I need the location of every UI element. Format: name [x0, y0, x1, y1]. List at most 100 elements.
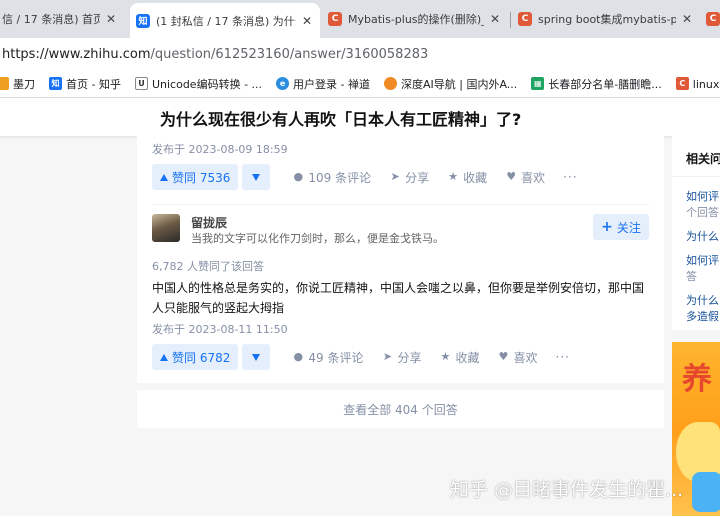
bookmark-item[interactable]: C linux离线安装pos: [675, 76, 720, 92]
upvote-count-info: 6,782 人赞同了该回答: [152, 260, 264, 273]
url-text[interactable]: https://www.zhihu.com/question/612523160…: [2, 47, 428, 62]
upvote-label: 赞同 7536: [172, 170, 231, 185]
triangle-down-icon: [252, 353, 261, 361]
related-questions-panel: 相关问 如何评 个回答 为什么 如何评 答 为什么 多造假: [672, 136, 720, 330]
tab-title: spring boot集成mybatis-plus: [538, 13, 676, 26]
triangle-up-icon: [160, 353, 168, 361]
ad-headline: 养: [682, 362, 712, 397]
upvote-button[interactable]: 赞同 7536: [152, 164, 239, 190]
avatar[interactable]: [152, 214, 180, 242]
bookmark-item[interactable]: 知 首页 - 知乎: [49, 76, 121, 92]
comments-label: 109 条评论: [308, 170, 372, 185]
favorite-button[interactable]: ★ 收藏: [447, 169, 487, 186]
unicode-icon: U: [134, 77, 148, 90]
tab-title: (1 封私信 / 17 条消息) 为什么现: [156, 14, 296, 28]
globe-icon: e: [276, 77, 290, 90]
favorite-button[interactable]: ★ 收藏: [439, 349, 480, 366]
tab-spring-boot[interactable]: C spring boot集成mybatis-plus ✕: [512, 4, 700, 34]
tab-zhihu-question[interactable]: 知 (1 封私信 / 17 条消息) 为什么现 ✕: [130, 3, 320, 38]
question-title[interactable]: 为什么现在很少有人再吹「日本人有工匠精神」了?: [160, 106, 521, 130]
related-question-link[interactable]: 如何评: [686, 188, 719, 204]
tab-partial[interactable]: C: [700, 4, 720, 34]
related-question-link[interactable]: 如何评: [686, 252, 719, 268]
star-icon: ★: [448, 170, 459, 183]
more-button[interactable]: ···: [563, 170, 577, 184]
close-icon[interactable]: ✕: [104, 12, 118, 26]
favorite-label: 收藏: [463, 170, 488, 185]
upvote-label: 赞同 6782: [172, 350, 231, 365]
answers-card: 发布于 2023-08-09 18:59 赞同 7536 ● 109 条评论 ➤…: [137, 136, 664, 383]
view-all-answers-card[interactable]: 查看全部 404 个回答: [137, 390, 664, 428]
like-button[interactable]: ♥ 喜欢: [505, 169, 545, 186]
star-icon: ★: [440, 350, 451, 363]
share-icon: ➤: [390, 170, 400, 183]
heart-icon: ♥: [506, 170, 517, 183]
bookmark-label: linux离线安装pos: [692, 77, 720, 91]
more-button[interactable]: ···: [556, 350, 570, 364]
close-icon[interactable]: ✕: [488, 12, 502, 26]
like-label: 喜欢: [521, 170, 546, 185]
author-bio: 当我的文字可以化作刀剑时，那么，便是金戈铁马。: [191, 232, 444, 245]
bookmark-label: 长春部分名单-膳删瞻...: [548, 77, 662, 91]
triangle-down-icon: [252, 173, 261, 181]
question-header: 为什么现在很少有人再吹「日本人有工匠精神」了?: [0, 98, 720, 136]
csdn-icon: C: [706, 12, 720, 26]
related-question-count: 个回答: [686, 206, 719, 219]
answer-content: 中国人的性格总是务实的，你说工匠精神，中国人会嗤之以鼻，但你要是举例安倍切，那中…: [152, 281, 645, 315]
tab-title: 信 / 17 条消息) 首页 - 知: [2, 13, 100, 26]
view-all-answers-link[interactable]: 查看全部 404 个回答: [343, 401, 458, 418]
tab-separator: [510, 12, 511, 28]
bookmark-item[interactable]: U Unicode编码转换 - ...: [134, 76, 262, 92]
address-bar[interactable]: https://www.zhihu.com/question/612523160…: [0, 38, 720, 70]
sheet-icon: ▦: [531, 77, 545, 90]
bookmark-item[interactable]: ▦ 长春部分名单-膳删瞻...: [531, 76, 662, 92]
tab-zhihu-home[interactable]: 信 / 17 条消息) 首页 - 知 ✕: [0, 4, 124, 34]
like-button[interactable]: ♥ 喜欢: [497, 349, 538, 366]
share-icon: ➤: [382, 350, 393, 363]
bookmarks-bar: 墨刀 知 首页 - 知乎 U Unicode编码转换 - ... e 用户登录 …: [0, 70, 720, 98]
related-questions-title: 相关问: [686, 152, 720, 166]
bookmark-label: 深度AI导航 | 国内外A...: [401, 77, 518, 91]
tab-bar: 信 / 17 条消息) 首页 - 知 ✕ 知 (1 封私信 / 17 条消息) …: [0, 0, 720, 38]
plus-icon: +: [601, 219, 613, 235]
zhihu-icon: 知: [49, 77, 62, 90]
related-question-link[interactable]: 多造假: [686, 308, 719, 324]
share-label: 分享: [405, 170, 430, 185]
comments-button[interactable]: ● 49 条评论: [292, 349, 364, 366]
share-button[interactable]: ➤ 分享: [381, 349, 422, 366]
heart-icon: ♥: [498, 350, 509, 363]
url-host: https://www.zhihu.com: [2, 46, 151, 62]
bookmark-item[interactable]: 深度AI导航 | 国内外A...: [384, 76, 517, 92]
csdn-icon: C: [328, 12, 342, 26]
bookmark-label: 首页 - 知乎: [66, 77, 121, 91]
follow-label: 关注: [616, 220, 641, 235]
share-button[interactable]: ➤ 分享: [389, 169, 429, 186]
answer-divider: [152, 204, 649, 205]
more-icon: ···: [563, 170, 578, 184]
bookmark-item[interactable]: e 用户登录 - 禅道: [276, 76, 370, 92]
bookmark-item[interactable]: 墨刀: [0, 76, 35, 92]
upvote-button[interactable]: 赞同 6782: [152, 344, 239, 370]
watermark: 知乎 @目睹事件发生的瞿...: [450, 479, 684, 501]
close-icon[interactable]: ✕: [300, 14, 314, 28]
follow-button[interactable]: + 关注: [593, 214, 649, 240]
comments-button[interactable]: ● 109 条评论: [292, 169, 372, 186]
related-question-count: 答: [686, 270, 697, 283]
related-question-link[interactable]: 为什么: [686, 292, 719, 308]
tab-mybatis-delete[interactable]: C Mybatis-plus的操作(删除)_myb ✕: [322, 4, 508, 34]
related-question-link[interactable]: 为什么: [686, 228, 719, 244]
csdn-icon: C: [518, 12, 532, 26]
tab-title: Mybatis-plus的操作(删除)_myb: [348, 13, 484, 26]
downvote-button[interactable]: [242, 164, 271, 190]
answer-date: 发布于 2023-08-09 18:59: [152, 143, 288, 156]
zhihu-icon: 知: [136, 13, 150, 28]
close-icon[interactable]: ✕: [680, 12, 694, 26]
downvote-button[interactable]: [242, 344, 271, 370]
comment-icon: ●: [293, 350, 304, 363]
url-path: /question/612523160/answer/3160058283: [150, 46, 429, 62]
csdn-icon: C: [675, 77, 689, 90]
answer-date: 发布于 2023-08-11 11:50: [152, 323, 288, 336]
ai-nav-icon: [384, 77, 397, 90]
share-label: 分享: [397, 350, 422, 365]
author-name[interactable]: 留拢辰: [191, 214, 227, 231]
